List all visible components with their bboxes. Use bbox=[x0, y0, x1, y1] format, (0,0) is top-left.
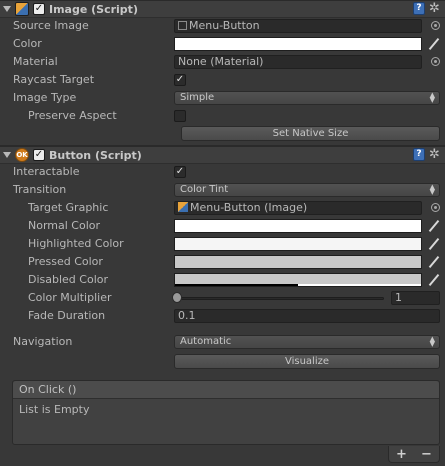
image-component-header[interactable]: ✓ Image (Script) ? ✲ bbox=[0, 0, 445, 18]
object-picker-icon[interactable] bbox=[431, 21, 440, 30]
transition-dropdown[interactable]: Color Tint ▲ ▼ bbox=[174, 183, 440, 197]
image-type-row: Image Type Simple ▲ ▼ bbox=[0, 89, 445, 107]
alpha-bar bbox=[175, 284, 298, 286]
visualize-button[interactable]: Visualize bbox=[174, 354, 440, 369]
color-label: Color bbox=[13, 37, 42, 50]
image-component-title: Image (Script) bbox=[49, 2, 138, 16]
fold-arrow-icon[interactable] bbox=[3, 5, 11, 13]
image-enabled-checkbox[interactable]: ✓ bbox=[33, 3, 45, 15]
eyedropper-icon[interactable] bbox=[427, 219, 441, 233]
fold-arrow-icon[interactable] bbox=[3, 151, 11, 159]
color-multiplier-field[interactable]: 1 bbox=[391, 291, 440, 305]
disabled-color-row: Disabled Color bbox=[0, 271, 445, 289]
list-add-remove: + − bbox=[388, 446, 440, 463]
target-graphic-label: Target Graphic bbox=[28, 201, 109, 214]
color-multiplier-slider[interactable] bbox=[178, 297, 384, 300]
normal-color-row: Normal Color bbox=[0, 217, 445, 235]
normal-color-swatch[interactable] bbox=[174, 219, 422, 233]
pressed-color-swatch[interactable] bbox=[174, 255, 422, 269]
source-image-field[interactable]: Menu-Button bbox=[174, 19, 422, 33]
navigation-row: Navigation Automatic ▲ ▼ bbox=[0, 333, 445, 351]
add-event-button[interactable]: + bbox=[396, 447, 407, 462]
image-component-icon bbox=[15, 2, 29, 16]
sprite-icon bbox=[178, 21, 187, 30]
fade-duration-row: Fade Duration 0.1 bbox=[0, 307, 445, 325]
preserve-aspect-checkbox[interactable] bbox=[174, 110, 186, 122]
image-type-dropdown[interactable]: Simple ▲ ▼ bbox=[174, 91, 440, 105]
highlighted-color-row: Highlighted Color bbox=[0, 235, 445, 253]
on-click-empty-text: List is Empty bbox=[19, 403, 90, 416]
gear-icon[interactable]: ✲ bbox=[429, 2, 442, 15]
object-picker-icon[interactable] bbox=[431, 203, 440, 212]
color-row: Color bbox=[0, 35, 445, 53]
button-enabled-checkbox[interactable]: ✓ bbox=[33, 149, 45, 161]
highlighted-color-swatch[interactable] bbox=[174, 237, 422, 251]
interactable-row: Interactable ✓ bbox=[0, 163, 445, 181]
highlighted-color-label: Highlighted Color bbox=[28, 237, 124, 250]
image-component-icon bbox=[178, 202, 188, 212]
interactable-label: Interactable bbox=[13, 165, 80, 178]
transition-label: Transition bbox=[13, 183, 67, 196]
remove-event-button[interactable]: − bbox=[421, 447, 432, 462]
eyedropper-icon[interactable] bbox=[427, 273, 441, 287]
fade-duration-field[interactable]: 0.1 bbox=[174, 309, 440, 323]
dropdown-arrows-icon: ▲ ▼ bbox=[429, 91, 435, 104]
navigation-label: Navigation bbox=[13, 335, 73, 348]
help-icon[interactable]: ? bbox=[413, 2, 425, 15]
on-click-header: On Click () bbox=[13, 381, 439, 399]
image-type-label: Image Type bbox=[13, 91, 77, 104]
transition-row: Transition Color Tint ▲ ▼ bbox=[0, 181, 445, 199]
source-image-row: Source Image Menu-Button bbox=[0, 17, 445, 35]
slider-thumb[interactable] bbox=[172, 292, 182, 303]
color-multiplier-row: Color Multiplier 1 bbox=[0, 289, 445, 307]
raycast-label: Raycast Target bbox=[13, 73, 95, 86]
set-native-size-button[interactable]: Set Native Size bbox=[181, 126, 440, 141]
eyedropper-icon[interactable] bbox=[427, 37, 441, 51]
color-swatch[interactable] bbox=[174, 37, 422, 51]
source-image-label: Source Image bbox=[13, 19, 89, 32]
fade-duration-label: Fade Duration bbox=[28, 309, 106, 322]
dropdown-arrows-icon: ▲ ▼ bbox=[429, 335, 435, 348]
alpha-bar-remainder bbox=[298, 284, 421, 286]
on-click-event-list: On Click () List is Empty bbox=[12, 380, 440, 445]
material-label: Material bbox=[13, 55, 58, 68]
preserve-aspect-label: Preserve Aspect bbox=[28, 109, 117, 122]
raycast-checkbox[interactable]: ✓ bbox=[174, 74, 186, 86]
material-row: Material None (Material) bbox=[0, 53, 445, 71]
preserve-aspect-row: Preserve Aspect bbox=[0, 107, 445, 125]
color-multiplier-label: Color Multiplier bbox=[28, 291, 112, 304]
button-component-header[interactable]: OK ✓ Button (Script) ? ✲ bbox=[0, 146, 445, 164]
material-field[interactable]: None (Material) bbox=[174, 55, 422, 69]
pressed-color-label: Pressed Color bbox=[28, 255, 103, 268]
object-picker-icon[interactable] bbox=[431, 57, 440, 66]
help-icon[interactable]: ? bbox=[413, 148, 425, 161]
target-graphic-field[interactable]: Menu-Button (Image) bbox=[174, 201, 422, 215]
interactable-checkbox[interactable]: ✓ bbox=[174, 166, 186, 178]
navigation-dropdown[interactable]: Automatic ▲ ▼ bbox=[174, 335, 440, 349]
button-component-icon: OK bbox=[15, 148, 29, 162]
disabled-color-swatch[interactable] bbox=[174, 273, 422, 287]
pressed-color-row: Pressed Color bbox=[0, 253, 445, 271]
eyedropper-icon[interactable] bbox=[427, 237, 441, 251]
raycast-row: Raycast Target ✓ bbox=[0, 71, 445, 89]
target-graphic-row: Target Graphic Menu-Button (Image) bbox=[0, 199, 445, 217]
disabled-color-label: Disabled Color bbox=[28, 273, 109, 286]
button-component-title: Button (Script) bbox=[49, 148, 142, 162]
dropdown-arrows-icon: ▲ ▼ bbox=[429, 183, 435, 196]
normal-color-label: Normal Color bbox=[28, 219, 101, 232]
gear-icon[interactable]: ✲ bbox=[429, 148, 442, 161]
eyedropper-icon[interactable] bbox=[427, 255, 441, 269]
